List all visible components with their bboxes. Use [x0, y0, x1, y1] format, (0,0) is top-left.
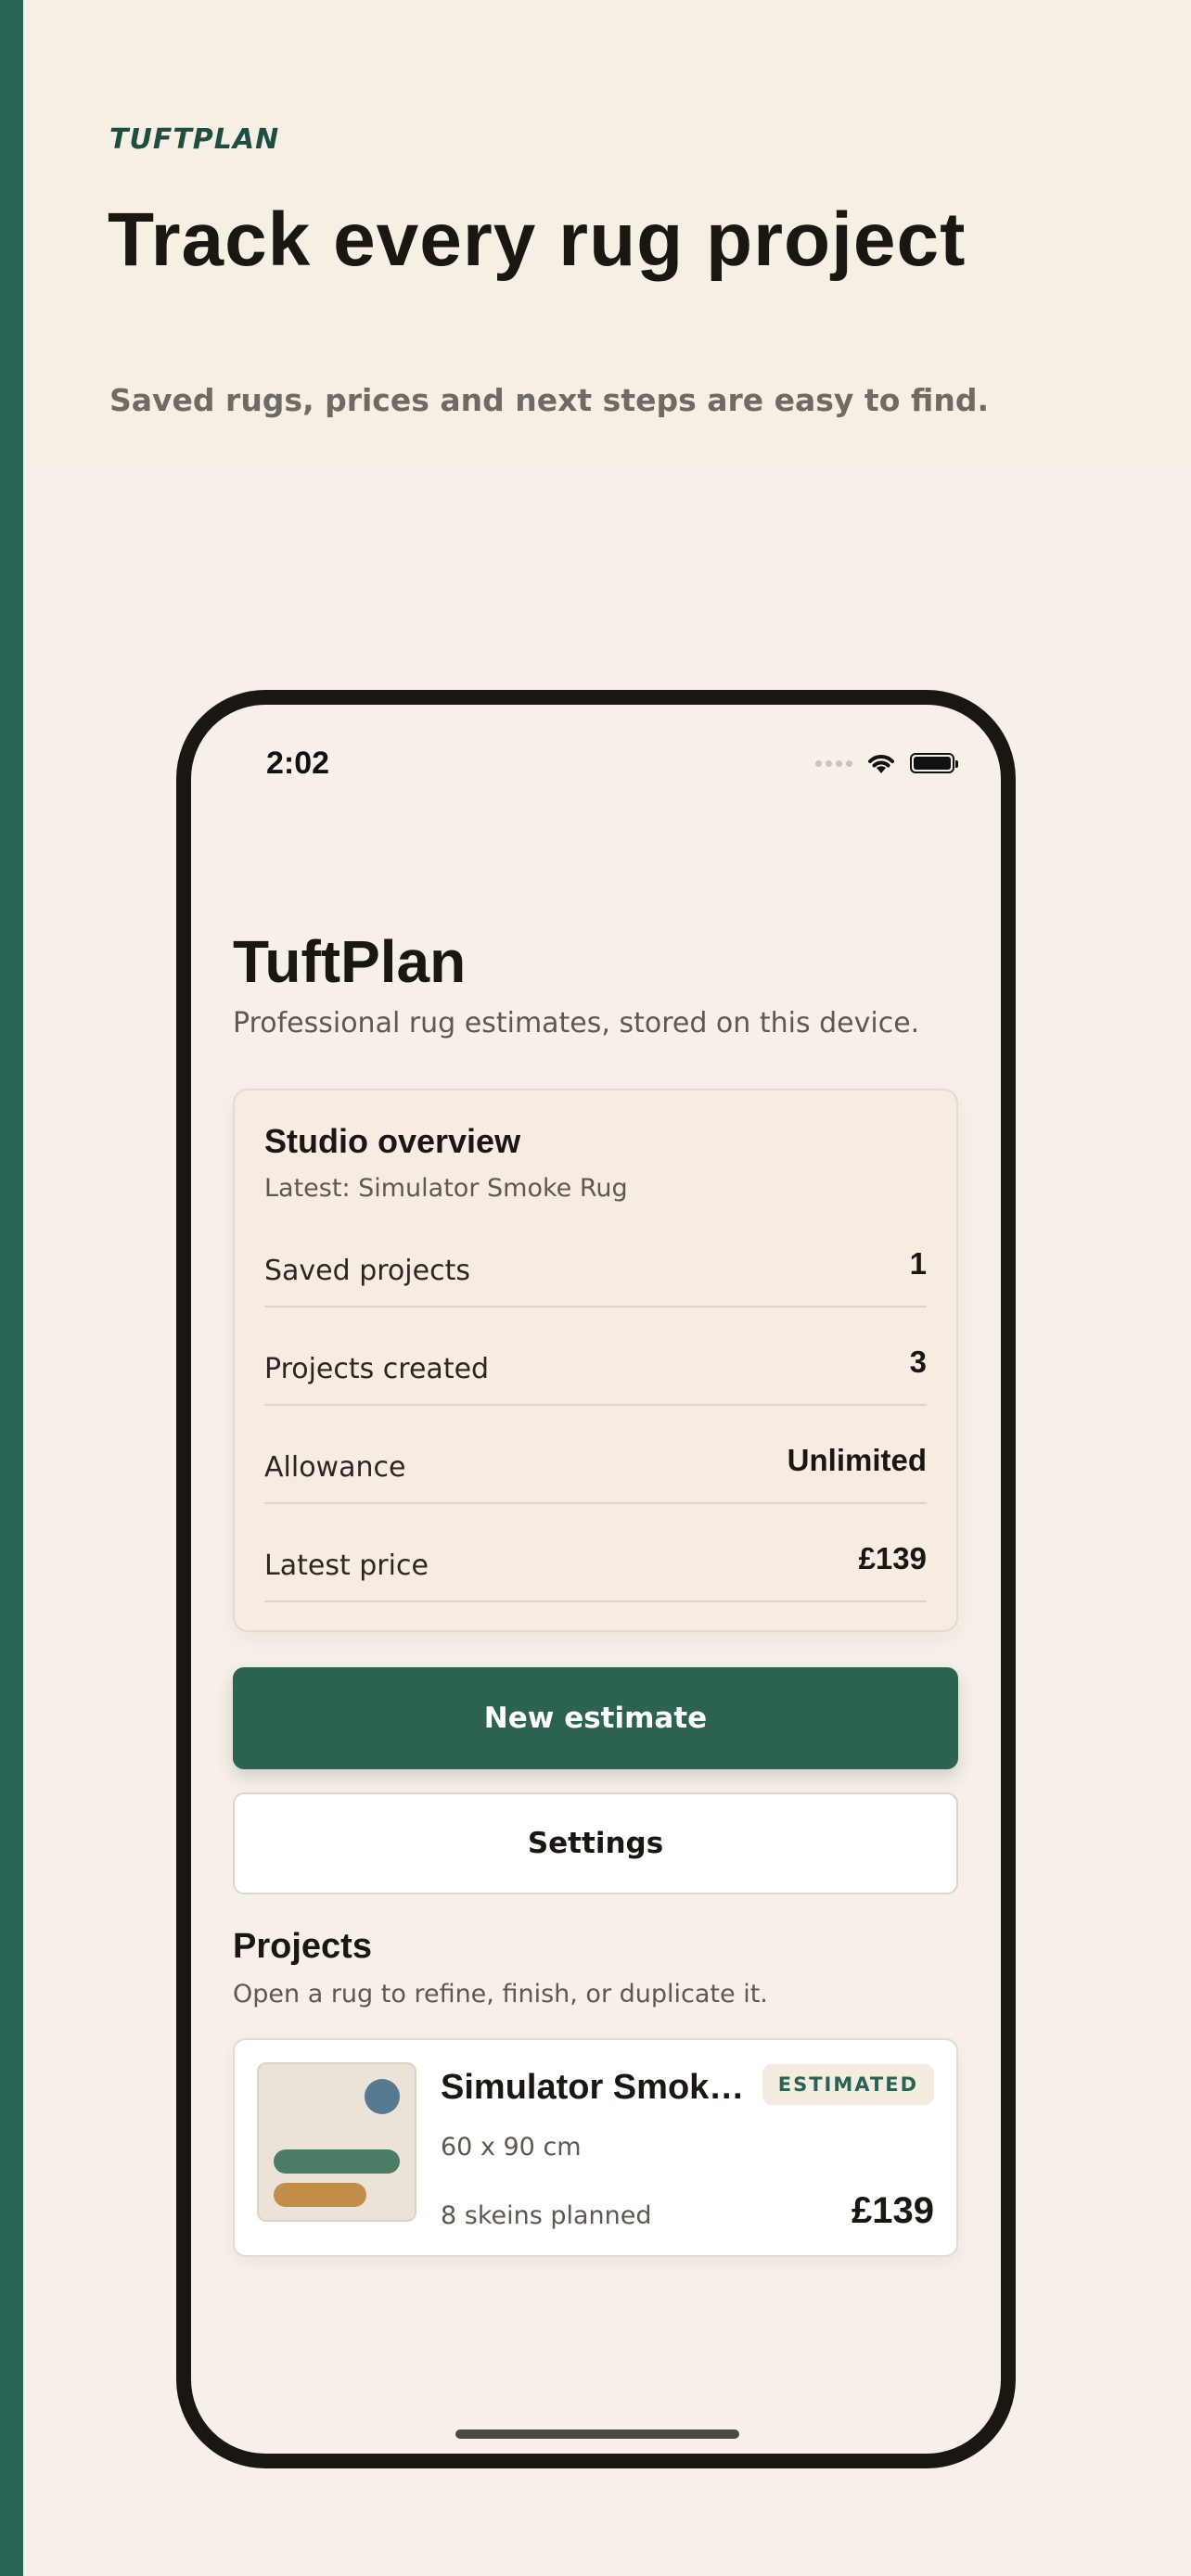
brand-label: TUFTPLAN [109, 123, 280, 156]
project-size: 60 x 90 cm [441, 2133, 582, 2162]
projects-title: Projects [233, 1927, 372, 1966]
hero-title: Track every rug project [108, 198, 967, 282]
overview-latest: Latest: Simulator Smoke Rug [264, 1174, 628, 1203]
status-badge: ESTIMATED [762, 2064, 934, 2105]
new-estimate-button[interactable]: New estimate [233, 1667, 958, 1769]
stat-value: Unlimited [787, 1443, 927, 1477]
stat-label: Saved projects [264, 1255, 470, 1287]
status-time: 2:02 [266, 746, 330, 781]
stat-row-saved-projects: Saved projects 1 [264, 1207, 927, 1307]
home-indicator[interactable] [455, 2429, 739, 2439]
overview-title: Studio overview [264, 1122, 521, 1160]
app-screen: 2:02 TuftPlan Professional rug estimates… [191, 705, 1001, 2454]
status-icons [815, 751, 958, 775]
hero-banner: TUFTPLAN Track every rug project Saved r… [23, 0, 1191, 464]
stat-value: 3 [909, 1345, 927, 1379]
app-subtitle: Professional rug estimates, stored on th… [233, 1007, 920, 1039]
stat-value: £139 [858, 1541, 927, 1575]
thumbnail-stripe-green [274, 2149, 400, 2174]
stat-row-allowance: Allowance Unlimited [264, 1404, 927, 1504]
stat-label: Projects created [264, 1353, 490, 1385]
settings-button[interactable]: Settings [233, 1792, 958, 1894]
thumbnail-stripe-gold [274, 2183, 366, 2207]
battery-icon [910, 753, 958, 773]
stat-value: 1 [909, 1246, 927, 1281]
hero-subtitle: Saved rugs, prices and next steps are ea… [109, 382, 989, 418]
projects-subtitle: Open a rug to refine, finish, or duplica… [233, 1980, 768, 2009]
project-price: £139 [852, 2190, 934, 2231]
stat-label: Latest price [264, 1549, 429, 1582]
stat-row-projects-created: Projects created 3 [264, 1306, 927, 1406]
wifi-icon [868, 755, 894, 773]
rug-thumbnail [257, 2062, 416, 2222]
project-skeins: 8 skeins planned [441, 2201, 652, 2230]
project-name: Simulator Smoke Rug [441, 2068, 756, 2107]
studio-overview-card: Studio overview Latest: Simulator Smoke … [233, 1089, 958, 1632]
thumbnail-dot [365, 2079, 400, 2114]
project-card[interactable]: Simulator Smoke Rug ESTIMATED 60 x 90 cm… [233, 2038, 958, 2257]
signal-icon [815, 759, 852, 767]
phone-frame: 2:02 TuftPlan Professional rug estimates… [176, 690, 1016, 2468]
stat-row-latest-price: Latest price £139 [264, 1502, 927, 1602]
app-title: TuftPlan [233, 928, 467, 995]
stat-label: Allowance [264, 1451, 406, 1484]
accent-bar [0, 0, 23, 2576]
